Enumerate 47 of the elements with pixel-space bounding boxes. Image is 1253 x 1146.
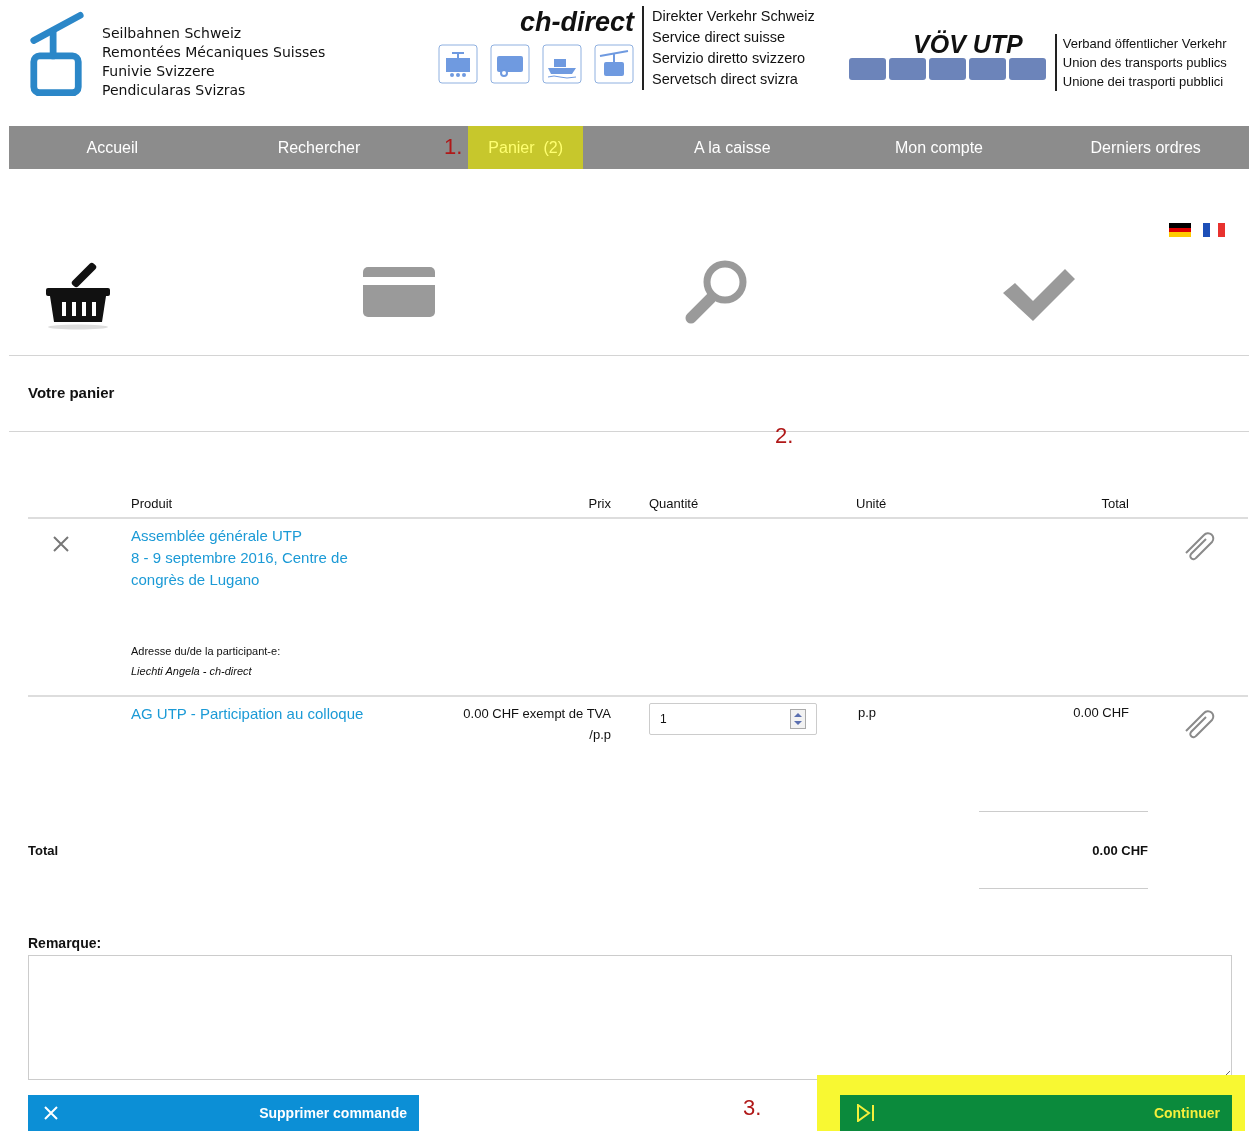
spinner-arrows-icon[interactable]: [790, 709, 806, 729]
close-icon: [44, 1106, 58, 1120]
skip-forward-icon: [856, 1104, 876, 1122]
remark-field[interactable]: [28, 955, 1232, 1080]
annotation-number: 1.: [443, 134, 463, 160]
total-label: Total: [28, 842, 59, 858]
continue-button[interactable]: Continuer: [840, 1095, 1232, 1131]
annotation-number: 2.: [775, 423, 794, 449]
address-label: Adresse du/de la participant-e:: [131, 644, 281, 659]
nav-link[interactable]: Rechercher: [257, 126, 381, 169]
total-text: 0.00 CHF: [1073, 705, 1129, 720]
total-value: 0.00 CHF: [1092, 842, 1148, 858]
product-link[interactable]: AG UTP - Participation au colloque: [131, 703, 364, 725]
ship-icon: [542, 44, 582, 84]
price-text: 0.00 CHF exempt de TVA: [462, 705, 611, 723]
nav-link[interactable]: Panier (2): [468, 126, 583, 169]
remark-label: Remarque:: [28, 935, 103, 951]
column-header: Produit: [131, 496, 174, 511]
quantity-field[interactable]: 1: [649, 703, 817, 735]
german-flag-icon[interactable]: [1169, 223, 1191, 237]
column-header: Unité: [856, 496, 888, 511]
address-value: Liechti Angela - ch-direct: [131, 664, 253, 679]
voev-utp-description: Verband öffentlicher Verkehr Union des transports publics Unione dei trasporti pubblici: [1054, 34, 1227, 91]
blocks-logo-icon: [848, 58, 1047, 80]
ch-direct-title: ch-direct: [519, 6, 634, 38]
section-title: Votre panier: [27, 383, 116, 403]
organization-names: Seilbahnen Schweiz Remontées Mécaniques Suisses Funivie Svizzere Pendicularas Svizras: [102, 24, 326, 100]
voev-utp-title: VÖV UTP: [913, 30, 1023, 58]
nav-link[interactable]: Mon compte: [874, 126, 1003, 169]
column-header: Quantité: [649, 496, 700, 511]
train-icon: [438, 44, 478, 84]
unit-text: p.p: [858, 705, 877, 720]
nav-link[interactable]: Accueil: [66, 126, 159, 169]
french-flag-icon[interactable]: [1203, 223, 1225, 237]
column-header: Prix: [587, 496, 611, 511]
annotation-number: 3.: [743, 1095, 762, 1121]
nav-link[interactable]: Derniers ordres: [1070, 126, 1221, 169]
nav-link[interactable]: A la caisse: [674, 126, 791, 169]
product-link[interactable]: Assemblée générale UTP: [131, 525, 302, 547]
bus-icon: [490, 44, 530, 84]
ch-direct-description: Direkter Verkehr Schweiz Service direct suisse Servizio diretto svizzero Servetsch direct svizra: [642, 6, 815, 90]
gondola-icon: [594, 44, 634, 84]
column-header: Total: [1100, 496, 1129, 511]
close-icon[interactable]: [52, 535, 70, 553]
price-unit: /p.p: [588, 726, 611, 744]
product-link[interactable]: 8 - 9 septembre 2016, Centre de congrès de Lugano: [131, 547, 371, 591]
delete-order-button[interactable]: Supprimer commande: [28, 1095, 419, 1131]
